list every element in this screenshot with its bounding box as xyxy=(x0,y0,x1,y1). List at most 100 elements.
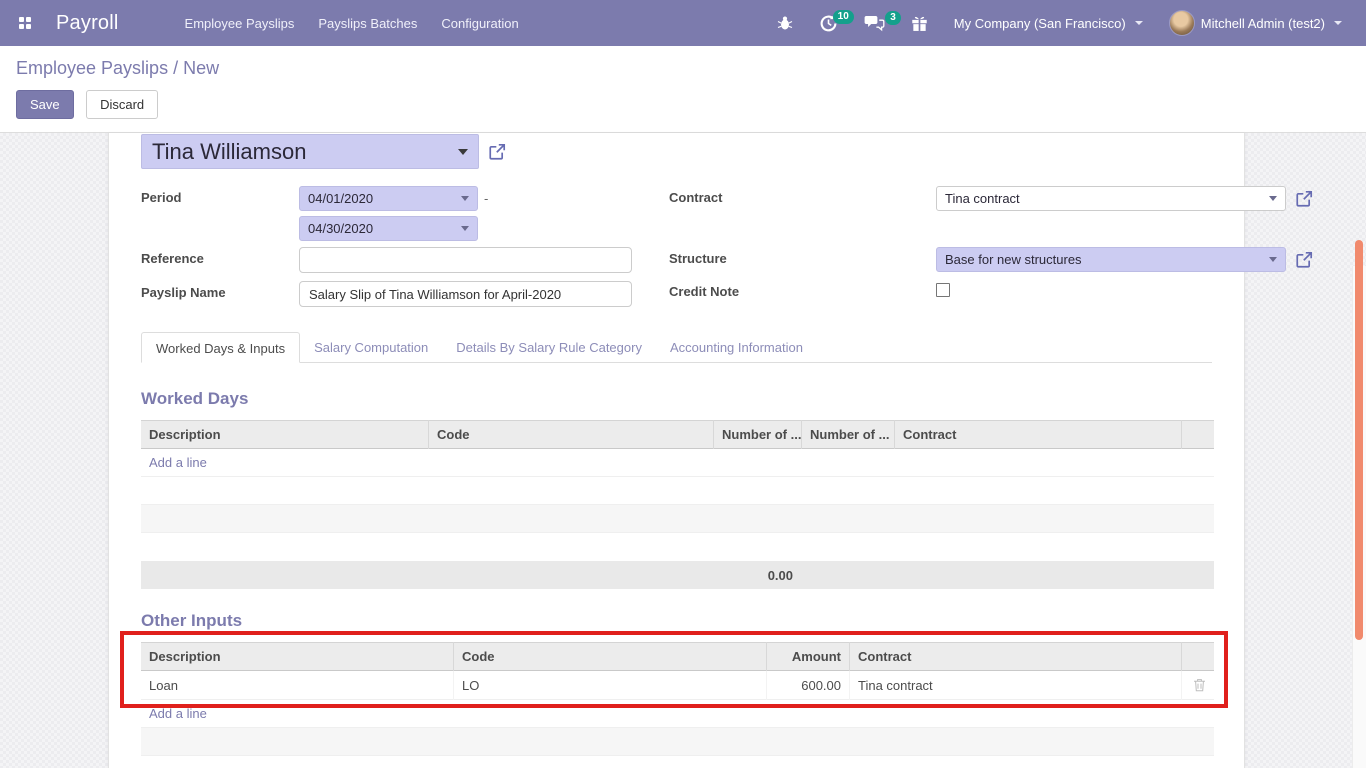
payroll-app-window: Payroll Employee Payslips Payslips Batch… xyxy=(0,0,1366,768)
col-number-of-days[interactable]: Number of ... xyxy=(713,420,801,449)
bug-icon xyxy=(777,15,793,31)
other-inputs-section: Other Inputs Description Code Amount Con… xyxy=(141,611,1214,756)
activity-count-badge: 10 xyxy=(833,10,854,24)
col-actions xyxy=(1181,642,1214,671)
menu-configuration[interactable]: Configuration xyxy=(429,2,530,45)
period-to-value: 04/30/2020 xyxy=(308,221,373,236)
empty-row xyxy=(141,505,1214,533)
period-label: Period xyxy=(141,190,181,205)
company-switcher[interactable]: My Company (San Francisco) xyxy=(944,10,1153,37)
worked-days-total: 0.00 xyxy=(713,561,801,590)
apps-menu-icon[interactable] xyxy=(10,8,40,38)
reference-label: Reference xyxy=(141,251,204,266)
contract-value: Tina contract xyxy=(945,191,1020,206)
employee-row: Tina Williamson xyxy=(141,134,506,169)
worked-days-table: Description Code Number of ... Number of… xyxy=(141,420,1214,589)
debug-bug-icon[interactable] xyxy=(767,9,803,37)
col-actions xyxy=(1181,420,1214,449)
credit-note-checkbox[interactable] xyxy=(936,283,950,297)
dropdown-caret-icon xyxy=(461,196,469,201)
form-sheet: Tina Williamson Period 04/01/2020 - xyxy=(108,133,1245,768)
worked-days-title: Worked Days xyxy=(141,389,1214,409)
trash-icon xyxy=(1193,678,1206,692)
dropdown-caret-icon xyxy=(458,149,468,155)
activities-button[interactable]: 10 xyxy=(809,8,848,39)
payslip-name-label: Payslip Name xyxy=(141,285,226,300)
menu-payslips-batches[interactable]: Payslips Batches xyxy=(306,2,429,45)
period-from-select[interactable]: 04/01/2020 xyxy=(299,186,478,211)
chat-icon xyxy=(864,15,885,32)
other-inputs-add-a-line[interactable]: Add a line xyxy=(141,706,215,721)
user-avatar xyxy=(1169,10,1195,36)
employee-select[interactable]: Tina Williamson xyxy=(141,134,479,169)
save-button[interactable]: Save xyxy=(16,90,74,119)
period-to-select[interactable]: 04/30/2020 xyxy=(299,216,478,241)
reference-input[interactable] xyxy=(299,247,632,273)
employee-name: Tina Williamson xyxy=(152,139,458,165)
messages-button[interactable]: 3 xyxy=(854,9,895,38)
structure-value: Base for new structures xyxy=(945,252,1082,267)
contract-label: Contract xyxy=(669,190,722,205)
dropdown-caret-icon xyxy=(1269,196,1277,201)
breadcrumb[interactable]: Employee Payslips / New xyxy=(16,58,1350,79)
col-contract[interactable]: Contract xyxy=(849,642,1181,671)
col-description[interactable]: Description xyxy=(141,420,428,449)
worked-days-add-a-line[interactable]: Add a line xyxy=(141,455,215,470)
gift-icon xyxy=(911,15,928,32)
contract-select[interactable]: Tina contract xyxy=(936,186,1286,211)
other-inputs-table: Description Code Amount Contract Loan LO… xyxy=(141,642,1214,756)
cell-code[interactable]: LO xyxy=(453,671,766,700)
discard-button[interactable]: Discard xyxy=(86,90,158,119)
gift-button[interactable] xyxy=(901,9,938,38)
delete-row-button[interactable] xyxy=(1193,678,1206,692)
navbar-right: 10 3 My Company (San Francisco) xyxy=(767,4,1352,42)
contract-external-link-icon[interactable] xyxy=(1295,190,1313,208)
period-separator: - xyxy=(484,191,488,206)
dropdown-caret-icon xyxy=(461,226,469,231)
dropdown-caret-icon xyxy=(1269,257,1277,262)
col-code[interactable]: Code xyxy=(428,420,713,449)
cell-amount[interactable]: 600.00 xyxy=(766,671,849,700)
structure-external-link-icon[interactable] xyxy=(1295,251,1313,269)
chevron-down-icon xyxy=(1135,21,1143,25)
cell-contract[interactable]: Tina contract xyxy=(849,671,1181,700)
period-from-value: 04/01/2020 xyxy=(308,191,373,206)
chevron-down-icon xyxy=(1334,21,1342,25)
app-brand[interactable]: Payroll xyxy=(56,12,119,35)
user-menu[interactable]: Mitchell Admin (test2) xyxy=(1159,4,1352,42)
control-panel: Employee Payslips / New Save Discard xyxy=(0,46,1366,133)
col-number-of-hours[interactable]: Number of ... xyxy=(801,420,894,449)
tab-salary-computation[interactable]: Salary Computation xyxy=(300,332,442,362)
col-description[interactable]: Description xyxy=(141,642,453,671)
tab-details-by-salary-rule-category[interactable]: Details By Salary Rule Category xyxy=(442,332,656,362)
top-navbar: Payroll Employee Payslips Payslips Batch… xyxy=(0,0,1366,46)
col-contract[interactable]: Contract xyxy=(894,420,1181,449)
tab-accounting-information[interactable]: Accounting Information xyxy=(656,332,817,362)
user-name: Mitchell Admin (test2) xyxy=(1201,16,1325,31)
cell-description[interactable]: Loan xyxy=(141,671,453,700)
tab-worked-days-inputs[interactable]: Worked Days & Inputs xyxy=(141,332,300,363)
structure-select[interactable]: Base for new structures xyxy=(936,247,1286,272)
col-amount[interactable]: Amount xyxy=(766,642,849,671)
menu-employee-payslips[interactable]: Employee Payslips xyxy=(173,2,307,45)
other-input-row-loan[interactable]: Loan LO 600.00 Tina contract xyxy=(141,671,1214,700)
worked-days-addline-row: Add a line xyxy=(141,449,1214,477)
notebook-tabs: Worked Days & Inputs Salary Computation … xyxy=(141,332,1212,363)
payslip-name-value: Salary Slip of Tina Williamson for April… xyxy=(309,287,561,302)
form-view-background: Tina Williamson Period 04/01/2020 - xyxy=(0,133,1366,768)
other-inputs-addline-row: Add a line xyxy=(141,700,1214,728)
worked-days-total-row: 0.00 xyxy=(141,561,1214,589)
credit-note-label: Credit Note xyxy=(669,284,739,299)
grid-icon xyxy=(19,17,31,29)
worked-days-header: Description Code Number of ... Number of… xyxy=(141,420,1214,449)
empty-row xyxy=(141,728,1214,756)
vertical-scrollbar-thumb[interactable] xyxy=(1355,240,1363,640)
payslip-name-input[interactable]: Salary Slip of Tina Williamson for April… xyxy=(299,281,632,307)
company-name: My Company (San Francisco) xyxy=(954,16,1126,31)
other-inputs-title: Other Inputs xyxy=(141,611,1214,631)
other-inputs-header: Description Code Amount Contract xyxy=(141,642,1214,671)
col-code[interactable]: Code xyxy=(453,642,766,671)
empty-row xyxy=(141,477,1214,505)
structure-label: Structure xyxy=(669,251,727,266)
employee-external-link-icon[interactable] xyxy=(488,143,506,161)
